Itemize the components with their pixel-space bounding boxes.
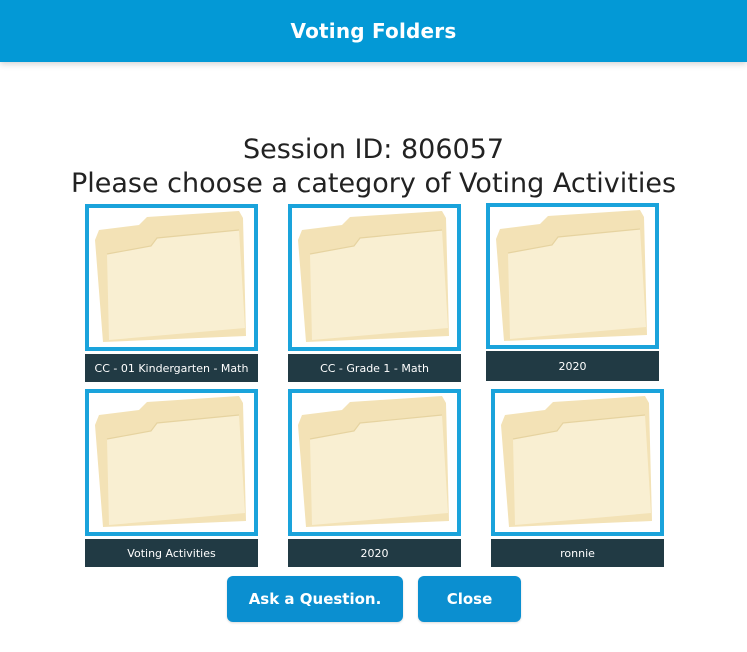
folder-thumbnail[interactable] — [288, 389, 461, 536]
app-header: Voting Folders — [0, 0, 747, 62]
folder-icon — [298, 211, 449, 342]
folder-card[interactable]: 2020 — [288, 389, 461, 567]
folder-label: Voting Activities — [85, 539, 258, 567]
ask-question-button[interactable]: Ask a Question. — [227, 576, 403, 622]
folder-thumbnail[interactable] — [491, 389, 664, 536]
folder-thumbnail[interactable] — [288, 204, 461, 351]
folder-icon — [95, 211, 246, 342]
close-button[interactable]: Close — [418, 576, 521, 622]
folder-thumbnail[interactable] — [85, 204, 258, 351]
folder-card[interactable]: Voting Activities — [85, 389, 258, 567]
category-prompt: Please choose a category of Voting Activ… — [70, 168, 677, 199]
session-id: Session ID: 806057 — [242, 134, 505, 165]
folder-icon — [501, 396, 652, 527]
folder-label: CC - Grade 1 - Math — [288, 354, 461, 382]
folder-label: ronnie — [491, 539, 664, 567]
folder-card[interactable]: 2020 — [486, 203, 659, 381]
folder-label: 2020 — [288, 539, 461, 567]
folder-card[interactable]: CC - 01 Kindergarten - Math — [85, 204, 258, 382]
folder-thumbnail[interactable] — [85, 389, 258, 536]
folder-icon — [95, 396, 246, 527]
folder-label: CC - 01 Kindergarten - Math — [85, 354, 258, 382]
folder-card[interactable]: CC - Grade 1 - Math — [288, 204, 461, 382]
folder-icon — [496, 210, 647, 341]
header-title: Voting Folders — [290, 19, 457, 43]
folder-card[interactable]: ronnie — [491, 389, 664, 567]
folder-thumbnail[interactable] — [486, 203, 659, 349]
folder-icon — [298, 396, 449, 527]
folder-label: 2020 — [486, 351, 659, 381]
